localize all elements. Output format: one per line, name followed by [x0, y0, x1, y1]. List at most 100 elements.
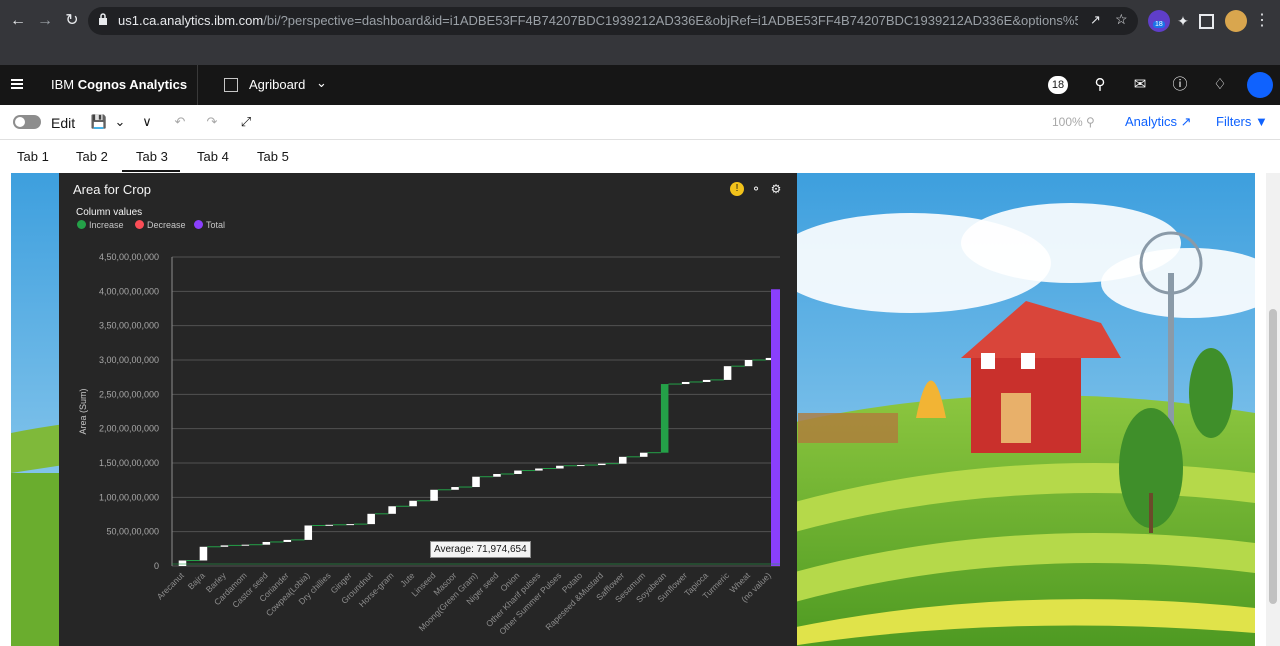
waterfall-bar — [451, 487, 459, 490]
brand-product: Cognos Analytics — [77, 77, 188, 92]
waterfall-bar — [577, 465, 585, 467]
user-avatar[interactable] — [1247, 72, 1273, 98]
address-bar[interactable]: us1.ca.analytics.ibm.com/bi/?perspective… — [88, 7, 1138, 35]
lock-icon — [99, 13, 107, 25]
url-host: us1.ca.analytics.ibm.com — [118, 13, 264, 28]
y-tick-label: 2,50,00,00,000 — [99, 389, 159, 399]
y-tick-label: 4,00,00,00,000 — [99, 286, 159, 296]
x-tick-label: Arecanut — [155, 570, 187, 602]
header-divider — [197, 65, 198, 105]
waterfall-bar — [681, 381, 690, 385]
tab-3[interactable]: Tab 3 — [136, 149, 168, 164]
forward-icon[interactable]: → — [34, 10, 56, 32]
filters-label: Filters — [1216, 114, 1252, 129]
url-text: us1.ca.analytics.ibm.com/bi/?perspective… — [118, 13, 1078, 28]
dashboard-toolbar: Edit 💾 ⌄ ∨ ↶ ↷ ⤢ 100% ⚲ Analytics ↗ Filt… — [0, 105, 1280, 140]
scroll-thumb[interactable] — [1269, 309, 1277, 604]
waterfall-bar — [304, 525, 313, 540]
waterfall-bar — [325, 524, 334, 526]
vertical-scrollbar[interactable] — [1266, 173, 1280, 646]
waterfall-bar — [660, 384, 669, 453]
dashboard-icon — [224, 78, 238, 92]
y-tick-label: 50,00,00,000 — [106, 527, 159, 537]
waterfall-bar — [535, 468, 543, 471]
help-icon[interactable]: ⓘ — [1168, 73, 1192, 97]
waterfall-bar — [472, 476, 480, 488]
waterfall-bar — [702, 379, 711, 382]
waterfall-bar — [556, 465, 564, 469]
chat-icon[interactable]: ✉ — [1128, 73, 1152, 97]
chart-widget[interactable]: Area for Crop ! ⚬ ⚙ Column values Increa… — [59, 173, 797, 646]
edit-label: Edit — [51, 115, 76, 131]
fullscreen-icon[interactable]: ⤢ — [236, 113, 256, 133]
waterfall-bar — [493, 473, 501, 477]
sidepanel-icon[interactable] — [1199, 14, 1214, 29]
waterfall-bar — [262, 541, 271, 545]
waterfall-bar — [367, 513, 375, 525]
redo-icon[interactable]: ↷ — [202, 113, 222, 133]
waterfall-bar — [283, 539, 292, 542]
waterfall-bar — [744, 360, 753, 367]
assets-count-badge[interactable]: 18 — [1048, 76, 1068, 94]
waterfall-bar — [409, 500, 417, 507]
waterfall-bar — [220, 545, 229, 547]
average-tooltip: Average: 71,974,654 — [430, 541, 531, 558]
url-path: /bi/?perspective=dashboard&id=i1ADBE53FF… — [263, 13, 1078, 28]
tab-1[interactable]: Tab 1 — [17, 149, 49, 164]
share-icon[interactable]: ↗ — [1090, 12, 1101, 28]
chevron-down-icon[interactable]: ⌄ — [316, 75, 327, 91]
y-tick-label: 1,50,00,00,000 — [99, 458, 159, 468]
waterfall-bar — [346, 524, 354, 526]
edit-toggle[interactable] — [13, 115, 41, 129]
dashboard-name[interactable]: Agriboard — [249, 77, 305, 92]
filter-funnel-icon: ▼ — [1255, 114, 1268, 129]
y-tick-label: 4,50,00,00,000 — [99, 252, 159, 262]
waterfall-bar — [241, 544, 250, 546]
tab-5[interactable]: Tab 5 — [257, 149, 289, 164]
total-bar — [771, 289, 780, 566]
y-tick-label: 2,00,00,00,000 — [99, 424, 159, 434]
notification-bell-icon[interactable]: ♢ — [1208, 73, 1232, 97]
save-icon[interactable]: 💾 — [89, 113, 109, 133]
y-tick-label: 0 — [154, 561, 159, 571]
browser-chrome: ← → ↻ us1.ca.analytics.ibm.com/bi/?persp… — [0, 0, 1280, 65]
extension-badge: 18 — [1153, 21, 1165, 28]
extension-icon[interactable]: 18 — [1148, 10, 1170, 32]
y-tick-label: 3,00,00,00,000 — [99, 355, 159, 365]
zoom-value: 100% — [1052, 115, 1083, 129]
app-header: IBM Cognos Analytics Agriboard ⌄ 18 ⚲ ✉ … — [0, 65, 1280, 105]
waterfall-bar — [430, 489, 438, 501]
waterfall-bar — [723, 366, 732, 380]
zoom-level[interactable]: 100% ⚲ — [1052, 115, 1095, 129]
share-icon[interactable]: ∨ — [137, 113, 157, 133]
search-icon[interactable]: ⚲ — [1088, 73, 1112, 97]
x-tick-label: Linseed — [409, 570, 437, 598]
tab-2[interactable]: Tab 2 — [76, 149, 108, 164]
waterfall-bar — [639, 452, 648, 457]
y-tick-label: 3,50,00,00,000 — [99, 321, 159, 331]
kebab-menu-icon[interactable]: ⋮ — [1251, 10, 1273, 32]
app-brand: IBM Cognos Analytics — [51, 77, 187, 92]
puzzle-icon[interactable]: ✦ — [1172, 10, 1194, 32]
reload-icon[interactable]: ↻ — [61, 10, 83, 32]
waterfall-bar — [514, 470, 522, 474]
y-tick-label: 1,00,00,00,000 — [99, 492, 159, 502]
bookmark-star-icon[interactable]: ☆ — [1115, 11, 1128, 28]
y-axis-label: Area (Sum) — [78, 388, 88, 434]
waterfall-bar — [618, 456, 627, 464]
waterfall-chart: 0 50,00,00,000 1,00,00,00,000 1,50,00,00,00… — [78, 252, 780, 637]
waterfall-bar — [178, 560, 187, 566]
profile-avatar[interactable] — [1225, 10, 1247, 32]
waterfall-bar — [199, 546, 208, 561]
tab-4[interactable]: Tab 4 — [197, 149, 229, 164]
waterfall-bar — [388, 506, 396, 514]
back-icon[interactable]: ← — [7, 10, 29, 32]
waterfall-bar — [598, 463, 606, 466]
save-dropdown-chevron-icon[interactable]: ⌄ — [110, 113, 130, 133]
trend-chart-icon: ↗ — [1180, 114, 1192, 129]
analytics-button[interactable]: Analytics ↗ — [1125, 114, 1192, 130]
undo-icon[interactable]: ↶ — [170, 113, 190, 133]
filters-button[interactable]: Filters ▼ — [1216, 114, 1268, 129]
tab-bar: Tab 1 Tab 2 Tab 3 Tab 4 Tab 5 — [0, 140, 1280, 173]
hamburger-menu-icon[interactable] — [11, 79, 23, 89]
